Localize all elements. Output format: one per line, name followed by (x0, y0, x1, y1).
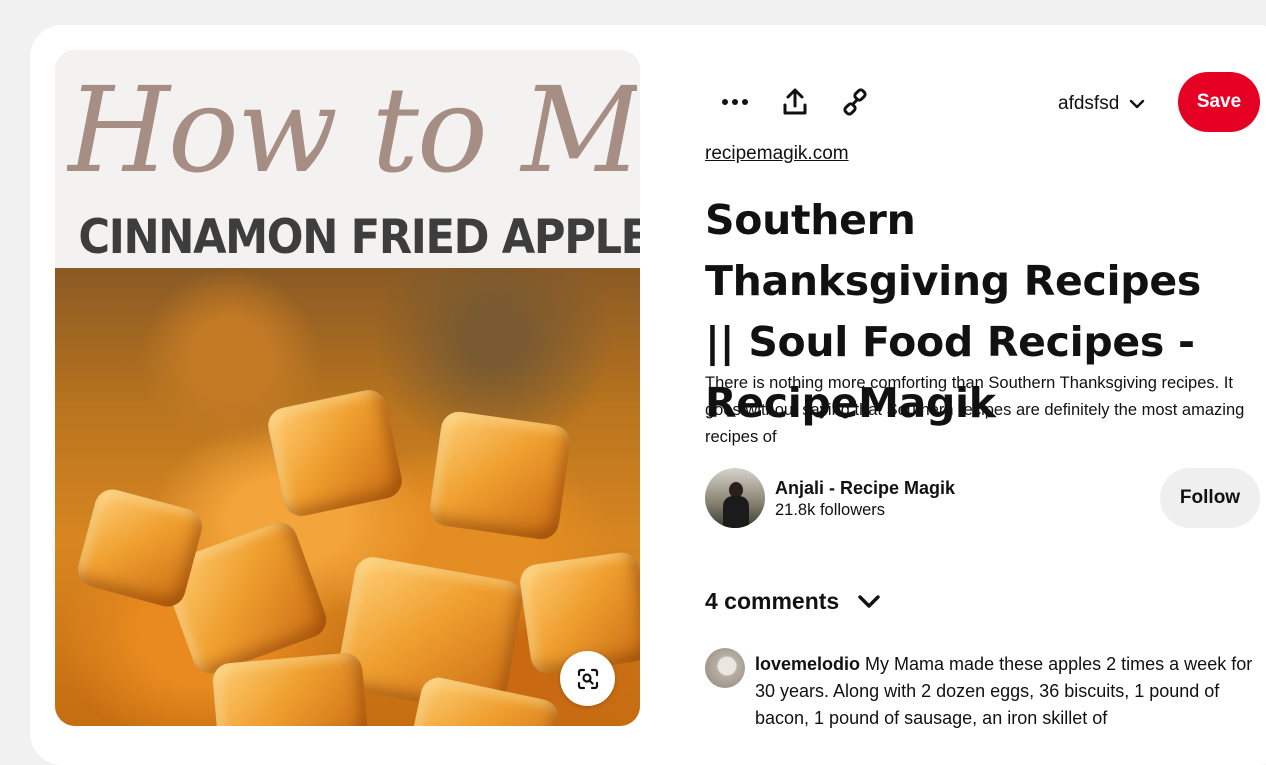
creator-avatar[interactable] (705, 468, 765, 528)
pin-description: There is nothing more comforting than So… (705, 374, 1245, 446)
image-banner: How to Make CINNAMON FRIED APPLES (55, 50, 640, 268)
comment-avatar[interactable] (705, 648, 745, 688)
link-icon (843, 88, 867, 116)
source-link[interactable]: recipemagik.com (705, 143, 849, 165)
comments-toggle[interactable]: 4 comments (705, 588, 881, 615)
comments-count: 4 comments (705, 588, 840, 614)
fried-apples-photo (55, 268, 640, 726)
share-upload-icon (783, 88, 807, 115)
comment-text: lovemelodio My Mama made these apples 2 … (755, 651, 1260, 732)
board-select-dropdown[interactable]: afdsfsd (1058, 88, 1145, 120)
more-horizontal-icon (722, 99, 748, 105)
save-button[interactable]: Save (1178, 72, 1260, 132)
chevron-down-icon (1130, 99, 1145, 109)
visual-search-icon (577, 668, 598, 689)
board-select-value: afdsfsd (1058, 93, 1120, 114)
creator-followers-count: 21.8k followers (775, 501, 886, 519)
visual-search-button[interactable] (560, 651, 615, 706)
pin-image[interactable]: How to Make CINNAMON FRIED APPLES (55, 50, 640, 726)
share-button[interactable] (775, 82, 815, 122)
comment-username[interactable]: lovemelodio (755, 654, 860, 674)
creator-name[interactable]: Anjali - Recipe Magik (775, 478, 955, 499)
more-options-button[interactable] (715, 82, 755, 122)
copy-link-button[interactable] (835, 82, 875, 122)
image-script-text: How to Make (67, 61, 637, 199)
follow-button[interactable]: Follow (1160, 468, 1260, 528)
image-headline-text: CINNAMON FRIED APPLES (78, 210, 640, 265)
chevron-down-icon (858, 595, 880, 608)
